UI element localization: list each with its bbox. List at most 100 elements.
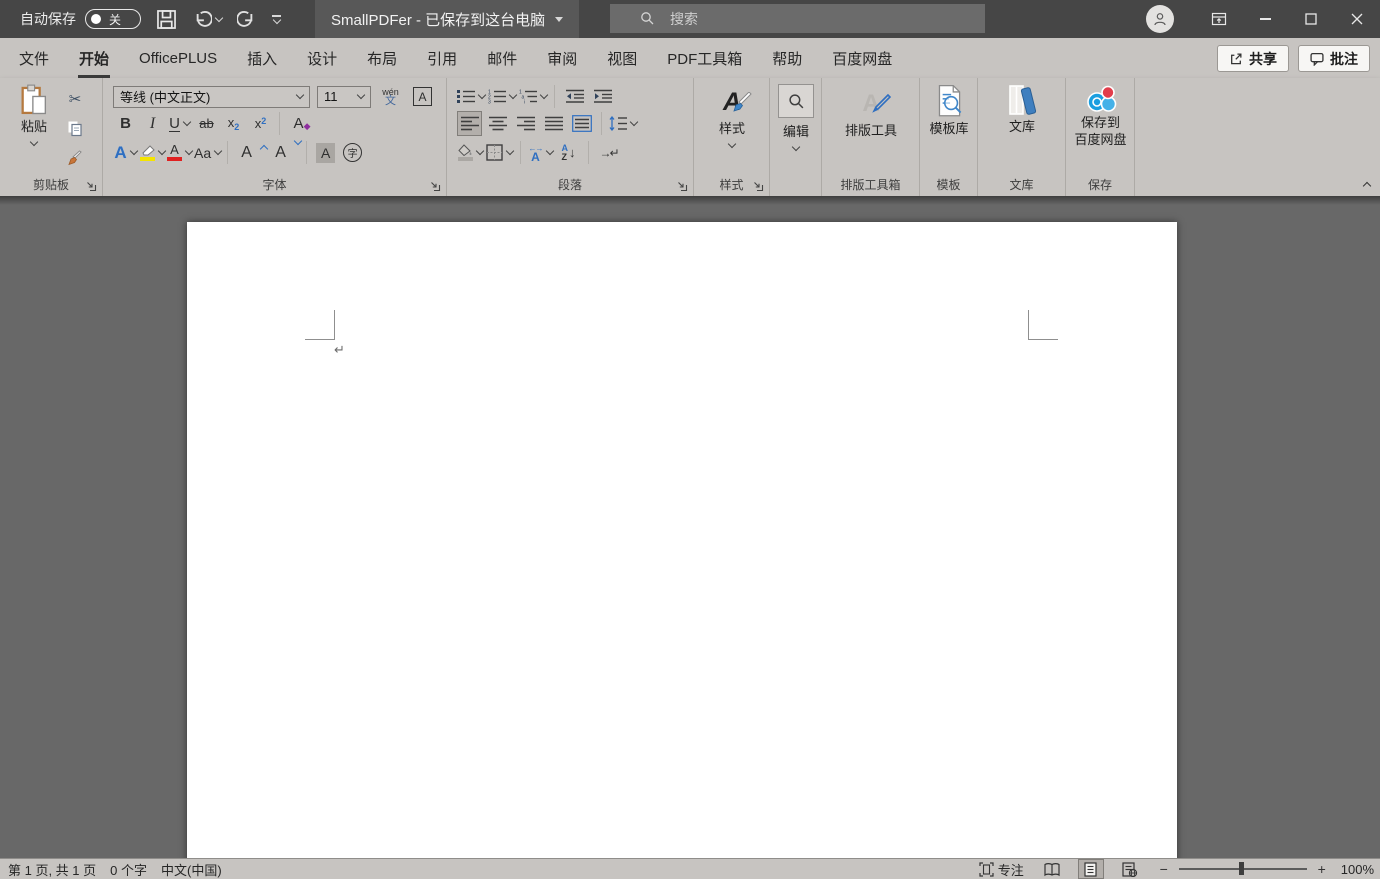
font-name-select[interactable]: 等线 (中文正文)	[113, 86, 310, 108]
borders-button[interactable]	[486, 140, 513, 165]
undo-dropdown-icon[interactable]	[215, 13, 223, 21]
bold-button[interactable]: B	[113, 111, 138, 136]
styles-dialog-launcher[interactable]	[752, 180, 764, 192]
distributed-button[interactable]	[569, 111, 594, 136]
zoom-slider-thumb[interactable]	[1239, 862, 1244, 875]
clear-formatting-button[interactable]: A◆	[286, 111, 311, 136]
numbering-button[interactable]: 1 2 3	[488, 84, 516, 109]
share-button[interactable]: 共享	[1217, 45, 1289, 72]
web-layout-button[interactable]	[1117, 859, 1143, 879]
character-border-button[interactable]: A	[410, 84, 435, 109]
zoom-in-button[interactable]: +	[1316, 861, 1328, 877]
tab-file[interactable]: 文件	[4, 38, 64, 78]
phonetic-guide-button[interactable]: wén 文	[378, 84, 403, 109]
view-shortcuts	[1039, 859, 1143, 879]
divider	[588, 141, 589, 164]
italic-button[interactable]: I	[140, 111, 165, 136]
focus-mode-button[interactable]: 专注	[979, 860, 1024, 879]
font-color-button[interactable]: A	[167, 140, 192, 165]
styles-button[interactable]: A 样式	[708, 84, 756, 147]
font-dialog-launcher[interactable]	[429, 180, 441, 192]
save-button[interactable]	[156, 9, 177, 30]
enclose-characters-button[interactable]: 字	[340, 140, 365, 165]
zoom-out-button[interactable]: −	[1158, 861, 1170, 877]
tab-view[interactable]: 视图	[592, 38, 652, 78]
subscript-button[interactable]: x2	[221, 111, 246, 136]
undo-button[interactable]	[192, 9, 222, 29]
paste-button[interactable]: 粘贴	[10, 84, 58, 145]
page-indicator[interactable]: 第 1 页, 共 1 页	[8, 860, 110, 879]
minimize-button[interactable]	[1242, 0, 1288, 38]
decrease-indent-button[interactable]	[562, 84, 587, 109]
cut-button[interactable]: ✂	[62, 86, 88, 111]
chevron-down-icon	[158, 147, 166, 155]
multilevel-list-button[interactable]: 1 a i	[519, 84, 547, 109]
zoom-slider[interactable]	[1179, 868, 1307, 870]
maximize-button[interactable]	[1288, 0, 1334, 38]
character-shading-button[interactable]: A	[313, 140, 338, 165]
superscript-button[interactable]: x2	[248, 111, 273, 136]
collapse-ribbon-button[interactable]	[1363, 182, 1371, 190]
bullets-button[interactable]	[457, 84, 485, 109]
align-center-button[interactable]	[485, 111, 510, 136]
paragraph-dialog-launcher[interactable]	[676, 180, 688, 192]
netdisk-label-line1: 保存到	[1081, 114, 1120, 131]
text-effects-button[interactable]: A	[113, 140, 138, 165]
language-indicator[interactable]: 中文(中国)	[161, 860, 236, 879]
line-spacing-button[interactable]	[609, 111, 637, 136]
tab-help[interactable]: 帮助	[757, 38, 817, 78]
template-gallery-button[interactable]: 模板库	[924, 84, 974, 137]
wenku-button[interactable]: 文库	[997, 84, 1047, 135]
redo-button[interactable]	[237, 9, 257, 29]
sort-button[interactable]: AZ ↓	[556, 140, 581, 165]
comments-button[interactable]: 批注	[1298, 45, 1370, 72]
tab-review[interactable]: 审阅	[532, 38, 592, 78]
font-size-select[interactable]: 11	[317, 86, 371, 108]
justify-button[interactable]	[541, 111, 566, 136]
paste-dropdown-icon[interactable]	[30, 138, 38, 146]
tab-references[interactable]: 引用	[412, 38, 472, 78]
align-right-button[interactable]	[513, 111, 538, 136]
autosave-toggle[interactable]: 关	[85, 9, 141, 29]
align-left-button[interactable]	[457, 111, 482, 136]
tab-layout[interactable]: 布局	[352, 38, 412, 78]
word-count[interactable]: 0 个字	[110, 860, 161, 879]
tab-home[interactable]: 开始	[64, 38, 124, 78]
search-input[interactable]	[668, 10, 962, 28]
editing-button[interactable]: 编辑	[778, 84, 814, 150]
search-box[interactable]	[610, 4, 985, 33]
tab-insert[interactable]: 插入	[232, 38, 292, 78]
change-case-button[interactable]: Aa	[194, 140, 221, 165]
show-formatting-marks-button[interactable]: →↵	[596, 140, 621, 165]
tab-baidu-netdisk[interactable]: 百度网盘	[817, 38, 907, 78]
document-title[interactable]: SmallPDFer - 已保存到这台电脑	[315, 0, 579, 38]
read-mode-button[interactable]	[1039, 859, 1065, 879]
print-layout-button[interactable]	[1078, 859, 1104, 879]
save-to-baidu-netdisk-button[interactable]: 保存到 百度网盘	[1069, 84, 1132, 148]
customize-quick-access-button[interactable]	[272, 15, 281, 22]
clipboard-dialog-launcher[interactable]	[85, 180, 97, 192]
ribbon-display-options-button[interactable]	[1196, 0, 1242, 38]
styles-label: 样式	[719, 120, 745, 137]
tab-pdf-toolbox[interactable]: PDF工具箱	[652, 38, 757, 78]
shading-button[interactable]	[457, 140, 483, 165]
increase-indent-button[interactable]	[590, 84, 615, 109]
tab-mailings[interactable]: 邮件	[472, 38, 532, 78]
typeset-tools-button[interactable]: A 排版工具	[843, 84, 899, 139]
close-button[interactable]	[1334, 0, 1380, 38]
text-highlight-button[interactable]	[140, 140, 165, 165]
asian-layout-button[interactable]: ←→ A	[528, 140, 553, 165]
format-painter-button[interactable]	[62, 146, 88, 171]
tab-design[interactable]: 设计	[292, 38, 352, 78]
autosave-control[interactable]: 自动保存 关	[20, 9, 141, 29]
tab-officeplus[interactable]: OfficePLUS	[124, 38, 232, 78]
document-page[interactable]: ↵	[187, 222, 1177, 858]
account-avatar[interactable]	[1146, 5, 1174, 33]
underline-button[interactable]: U	[167, 111, 192, 136]
zoom-level[interactable]: 100%	[1341, 862, 1374, 877]
grow-font-button[interactable]: A	[234, 140, 266, 165]
shrink-font-button[interactable]: A	[268, 140, 300, 165]
strikethrough-button[interactable]: ab	[194, 111, 219, 136]
document-canvas[interactable]: ↵	[0, 196, 1380, 858]
copy-button[interactable]	[62, 116, 88, 141]
